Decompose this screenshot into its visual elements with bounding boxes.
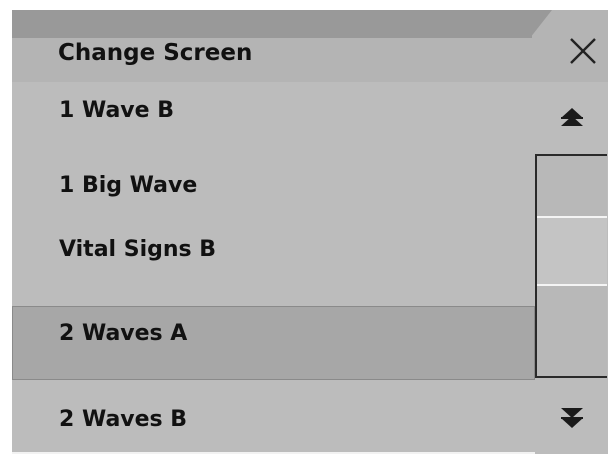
list-item[interactable]: 1 Big Wave	[12, 157, 535, 217]
scroll-track[interactable]	[535, 154, 607, 378]
double-chevron-up-icon	[560, 108, 583, 126]
double-chevron-down-icon	[560, 408, 583, 428]
title-bar: Change Screen	[12, 10, 608, 82]
title-strip	[12, 10, 532, 38]
close-icon	[570, 38, 596, 64]
change-screen-dialog: Change Screen 1 Wave B 1 Big Wave Vital …	[12, 10, 608, 454]
title-wedge	[530, 10, 552, 38]
close-button[interactable]	[564, 32, 602, 70]
screen-list: 1 Wave B 1 Big Wave Vital Signs B 2 Wave…	[12, 82, 535, 454]
dialog-title: Change Screen	[58, 40, 253, 66]
list-item-label: 1 Wave B	[59, 98, 174, 123]
scroll-down-button[interactable]	[535, 382, 608, 454]
scrollbar[interactable]	[535, 82, 608, 454]
list-item-label: 2 Waves B	[59, 407, 188, 432]
list-item[interactable]: 1 Wave B	[12, 82, 535, 142]
scroll-thumb[interactable]	[537, 216, 607, 286]
list-item[interactable]: Vital Signs B	[12, 221, 535, 281]
list-item-label: 1 Big Wave	[59, 173, 198, 198]
list-item-label: Vital Signs B	[59, 237, 217, 262]
list-item[interactable]: 2 Waves B	[12, 389, 535, 452]
list-item-label: 2 Waves A	[59, 321, 188, 346]
scroll-up-button[interactable]	[535, 82, 608, 154]
list-item-selected[interactable]: 2 Waves A	[12, 306, 535, 380]
